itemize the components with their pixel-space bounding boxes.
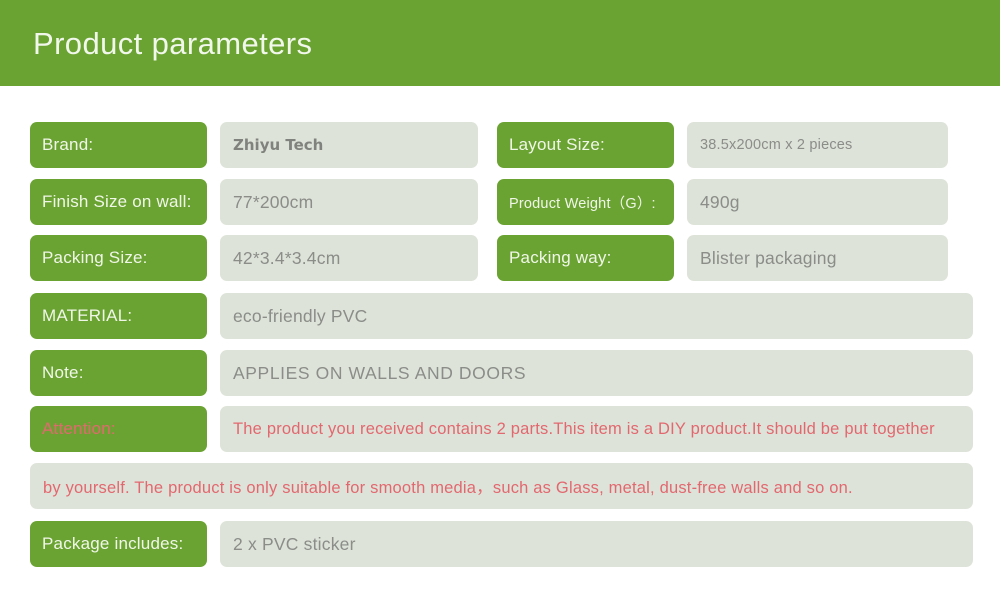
table-row: Packing Size: 42*3.4*3.4cm Packing way: … xyxy=(0,235,1000,281)
param-value-attention-continued: by yourself. The product is only suitabl… xyxy=(30,463,973,509)
param-label-text: Package includes: xyxy=(42,534,184,553)
param-value-layout-size: 38.5x200cm x 2 pieces xyxy=(687,122,948,168)
param-label-packing-size: Packing Size: xyxy=(30,235,207,281)
param-value-text: APPLIES ON WALLS AND DOORS xyxy=(233,362,527,383)
page-header: Product parameters xyxy=(0,0,1000,86)
param-label-text: Product Weight（G）: xyxy=(509,195,656,212)
param-value-packing-size: 42*3.4*3.4cm xyxy=(220,235,478,281)
page-title: Product parameters xyxy=(33,26,313,61)
param-label-text: Finish Size on wall: xyxy=(42,192,192,211)
param-value-text: The product you received contains 2 part… xyxy=(233,419,935,438)
param-label-note: Note: xyxy=(30,350,207,396)
table-row: MATERIAL: eco-friendly PVC xyxy=(0,293,1000,339)
parameters-table: Brand: Zhiyu Tech Layout Size: 38.5x200c… xyxy=(0,86,1000,600)
param-label-material: MATERIAL: xyxy=(30,293,207,339)
param-value-package-includes: 2 x PVC sticker xyxy=(220,521,973,567)
table-row: Package includes: 2 x PVC sticker xyxy=(0,521,1000,567)
param-label-text: Packing Size: xyxy=(42,248,148,267)
param-value-brand: Zhiyu Tech xyxy=(220,122,478,168)
param-value-product-weight: 490g xyxy=(687,179,948,225)
table-row: Finish Size on wall: 77*200cm Product We… xyxy=(0,179,1000,225)
param-label-text: Brand: xyxy=(42,135,94,154)
param-value-text: 490g xyxy=(700,191,740,212)
param-value-text: 2 x PVC sticker xyxy=(233,533,356,554)
param-label-layout-size: Layout Size: xyxy=(497,122,674,168)
param-value-text: 77*200cm xyxy=(233,191,314,212)
param-label-finish-size: Finish Size on wall: xyxy=(30,179,207,225)
param-value-text: by yourself. The product is only suitabl… xyxy=(43,479,853,497)
param-label-packing-way: Packing way: xyxy=(497,235,674,281)
param-value-text: Blister packaging xyxy=(700,247,837,268)
param-label-package-includes: Package includes: xyxy=(30,521,207,567)
param-value-attention: The product you received contains 2 part… xyxy=(220,406,973,452)
param-value-text: 38.5x200cm x 2 pieces xyxy=(700,137,853,153)
param-value-material: eco-friendly PVC xyxy=(220,293,973,339)
param-value-text: eco-friendly PVC xyxy=(233,305,368,326)
table-row: Brand: Zhiyu Tech Layout Size: 38.5x200c… xyxy=(0,122,1000,168)
param-label-text: MATERIAL: xyxy=(42,306,133,325)
param-label-product-weight: Product Weight（G）: xyxy=(497,179,674,225)
table-row: Note: APPLIES ON WALLS AND DOORS xyxy=(0,350,1000,396)
param-label-text: Attention: xyxy=(42,419,116,438)
param-label-text: Layout Size: xyxy=(509,135,605,154)
table-row: Attention: The product you received cont… xyxy=(0,406,1000,452)
param-value-note: APPLIES ON WALLS AND DOORS xyxy=(220,350,973,396)
product-parameters-page: Product parameters Brand: Zhiyu Tech Lay… xyxy=(0,0,1000,600)
param-value-packing-way: Blister packaging xyxy=(687,235,948,281)
param-label-brand: Brand: xyxy=(30,122,207,168)
table-row: by yourself. The product is only suitabl… xyxy=(0,463,1000,509)
param-value-finish-size: 77*200cm xyxy=(220,179,478,225)
param-value-text: 42*3.4*3.4cm xyxy=(233,247,341,268)
param-label-text: Packing way: xyxy=(509,248,612,267)
param-value-text: Zhiyu Tech xyxy=(233,136,324,154)
param-label-attention: Attention: xyxy=(30,406,207,452)
param-label-text: Note: xyxy=(42,363,84,382)
